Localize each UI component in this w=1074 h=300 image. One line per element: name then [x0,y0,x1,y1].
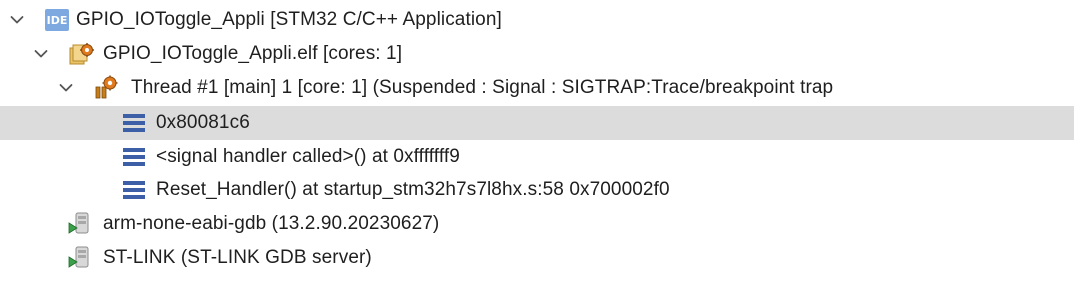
tree-row-label: GPIO_IOToggle_Appli [STM32 C/C++ Applica… [76,9,502,30]
tree-row-label: 0x80081c6 [156,112,250,133]
tree-row-thread[interactable]: Thread #1 [main] 1 [core: 1] (Suspended … [0,71,1074,105]
stack-frame-icon [121,110,147,136]
tree-row-label: Thread #1 [main] 1 [core: 1] (Suspended … [131,77,834,98]
tree-row-label: Reset_Handler() at startup_stm32h7s7l8hx… [156,179,670,200]
stack-frame-icon [121,144,147,170]
ide-launch-config-icon: IDE [44,7,70,33]
tree-row-label: arm-none-eabi-gdb (13.2.90.20230627) [103,213,440,234]
tree-row-label: ST-LINK (ST-LINK GDB server) [103,247,372,268]
stack-frame-icon [121,177,147,203]
debugger-process-icon [67,211,93,237]
tree-row-stack-frame[interactable]: 0x80081c6 [0,106,1074,140]
tree-row-stack-frame[interactable]: <signal handler called>() at 0xfffffff9 [0,140,1074,174]
chevron-down-icon[interactable] [58,80,74,96]
elf-process-icon [68,41,94,67]
tree-row-elf-process[interactable]: GPIO_IOToggle_Appli.elf [cores: 1] [0,37,1074,71]
tree-row-stlink-server[interactable]: ST-LINK (ST-LINK GDB server) [0,241,1074,275]
tree-row-label: GPIO_IOToggle_Appli.elf [cores: 1] [103,43,403,64]
debugger-process-icon [67,245,93,271]
tree-row-stack-frame[interactable]: Reset_Handler() at startup_stm32h7s7l8hx… [0,173,1074,207]
tree-row-label: <signal handler called>() at 0xfffffff9 [156,146,460,167]
thread-suspended-icon [93,75,119,101]
tree-row-gdb-process[interactable]: arm-none-eabi-gdb (13.2.90.20230627) [0,207,1074,241]
chevron-down-icon[interactable] [33,46,49,62]
chevron-down-icon[interactable] [9,12,25,28]
debug-tree: IDE GPIO_IOToggle_Appli [STM32 C/C++ App… [0,0,1074,300]
tree-row-launch-config[interactable]: IDE GPIO_IOToggle_Appli [STM32 C/C++ App… [0,3,1074,37]
